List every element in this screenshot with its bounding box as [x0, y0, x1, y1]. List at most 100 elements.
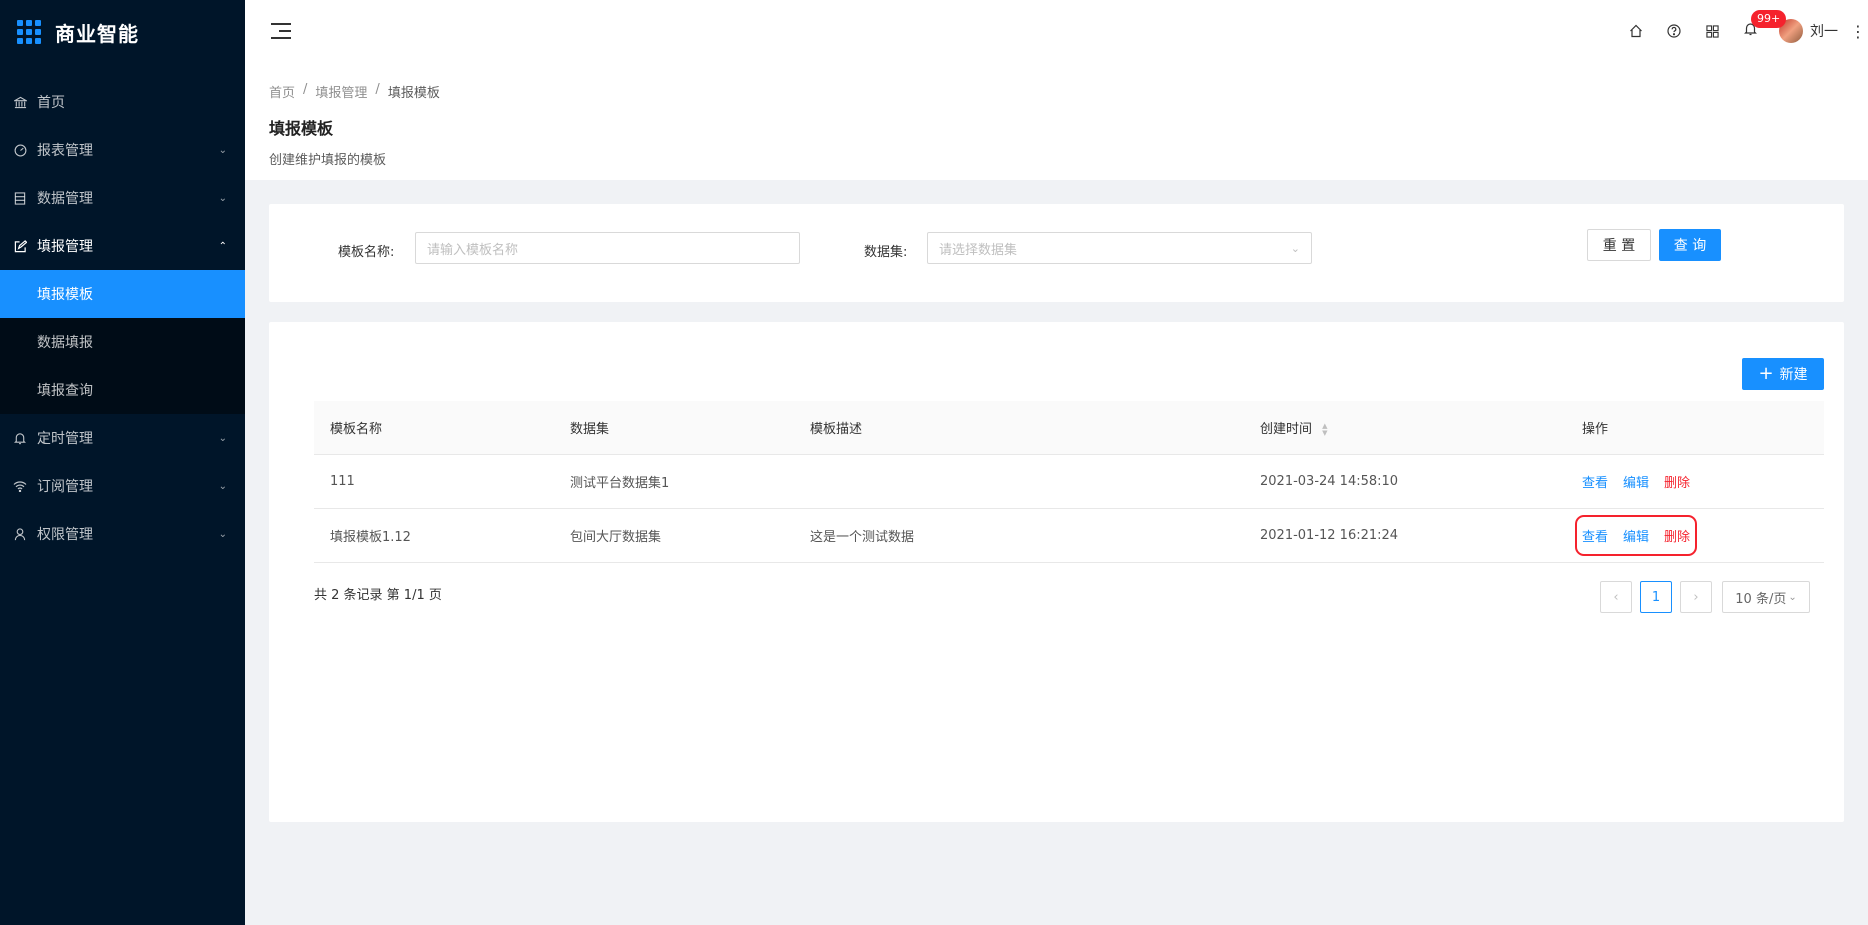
pagination-summary: 共 2 条记录 第 1/1 页: [314, 588, 442, 603]
page-button-current[interactable]: 1: [1640, 581, 1672, 613]
chevron-down-icon: ⌄: [218, 480, 227, 492]
reset-button[interactable]: 重 置: [1587, 229, 1651, 261]
chevron-down-icon: ⌄: [218, 144, 227, 156]
template-table: 模板名称 数据集 模板描述 创建时间 ▲ ▼ 操作 111 测试平台数据集1 20…: [314, 401, 1824, 563]
breadcrumb-home[interactable]: 首页: [269, 82, 295, 101]
column-header-dataset: 数据集: [570, 422, 610, 437]
sidebar-item-label: 报表管理: [37, 143, 93, 159]
header-actions: 99+ 刘一 ⋮: [1617, 0, 1868, 62]
sidebar-item-schedule[interactable]: 定时管理 ⌄: [0, 414, 245, 462]
sidebar-item-label: 权限管理: [37, 527, 93, 543]
app-title: 商业智能: [55, 21, 139, 46]
table-card: + 新建 模板名称 数据集 模板描述 创建时间 ▲ ▼ 操作 111 测试平台数据…: [269, 322, 1844, 822]
sidebar-item-label: 首页: [37, 95, 65, 111]
cell-name: 111: [330, 474, 355, 489]
sidebar: 商业智能 首页 报表管理 ⌄ 数据管理 ⌄ 填报管理 ⌃ 填报模板 数据填报 填…: [0, 0, 245, 925]
cell-desc: 这是一个测试数据: [810, 530, 915, 545]
chevron-down-icon: ⌄: [218, 432, 227, 444]
cell-dataset: 包间大厅数据集: [570, 530, 662, 545]
sidebar-item-subscribe[interactable]: 订阅管理 ⌄: [0, 462, 245, 510]
cell-actions: 查看 编辑 删除: [1566, 515, 1824, 556]
dataset-select[interactable]: 请选择数据集 ⌄: [927, 232, 1312, 264]
new-button-label: 新建: [1779, 367, 1808, 383]
template-name-placeholder: 请输入模板名称: [427, 242, 519, 258]
submenu-fill: 填报模板 数据填报 填报查询: [0, 270, 245, 414]
template-name-input[interactable]: 请输入模板名称: [415, 232, 800, 264]
home-icon[interactable]: [1617, 0, 1655, 62]
top-header: 99+ 刘一 ⋮: [245, 0, 1868, 62]
prev-page-button[interactable]: ‹: [1600, 581, 1632, 613]
chevron-down-icon: ⌄: [1788, 591, 1797, 603]
filter-card: 模板名称: 请输入模板名称 数据集: 请选择数据集 ⌄ 重 置 查 询: [269, 204, 1844, 302]
sidebar-item-data-fill[interactable]: 数据填报: [0, 318, 245, 366]
plus-icon: +: [1758, 363, 1774, 384]
column-header-created[interactable]: 创建时间 ▲ ▼: [1244, 418, 1566, 437]
dashboard-icon: [13, 143, 27, 157]
bank-icon: [13, 95, 27, 109]
database-icon: [13, 191, 27, 205]
sidebar-item-fill-template[interactable]: 填报模板: [0, 270, 245, 318]
chevron-down-icon: ⌄: [1290, 241, 1300, 255]
table-header-row: 模板名称 数据集 模板描述 创建时间 ▲ ▼ 操作: [314, 401, 1824, 455]
user-menu[interactable]: 刘一: [1779, 19, 1838, 43]
cell-name: 填报模板1.12: [330, 530, 411, 545]
appstore-icon[interactable]: [1693, 0, 1731, 62]
delete-link[interactable]: 删除: [1664, 472, 1690, 491]
column-header-created-label: 创建时间: [1260, 422, 1313, 437]
sidebar-item-label: 数据管理: [37, 191, 93, 207]
view-link[interactable]: 查看: [1582, 472, 1608, 491]
sidebar-item-fill-query[interactable]: 填报查询: [0, 366, 245, 414]
notification-button[interactable]: 99+: [1731, 0, 1787, 62]
sidebar-item-reports[interactable]: 报表管理 ⌄: [0, 126, 245, 174]
edit-icon: [13, 239, 27, 253]
next-page-button[interactable]: ›: [1680, 581, 1712, 613]
column-header-name: 模板名称: [330, 422, 383, 437]
table-row: 填报模板1.12 包间大厅数据集 这是一个测试数据 2021-01-12 16:…: [314, 509, 1824, 563]
page-title: 填报模板: [269, 119, 334, 138]
new-button[interactable]: + 新建: [1742, 358, 1824, 390]
menu-fold-icon[interactable]: [271, 23, 291, 39]
breadcrumb-separator: /: [375, 82, 380, 97]
notification-badge: 99+: [1751, 10, 1787, 28]
sort-icon[interactable]: ▲ ▼: [1322, 422, 1327, 437]
sidebar-item-fill[interactable]: 填报管理 ⌃: [0, 222, 245, 270]
edit-link[interactable]: 编辑: [1623, 526, 1649, 545]
breadcrumb-fill-manage[interactable]: 填报管理: [315, 82, 367, 101]
template-name-label: 模板名称:: [338, 245, 395, 260]
chevron-up-icon: ⌃: [218, 240, 227, 252]
page-description: 创建维护填报的模板: [269, 153, 387, 168]
cell-created: 2021-01-12 16:21:24: [1260, 528, 1399, 543]
page-size-value: 10 条/页: [1735, 591, 1787, 607]
column-header-actions: 操作: [1582, 422, 1609, 437]
sidebar-item-label: 填报管理: [37, 239, 93, 255]
sidebar-item-label: 定时管理: [37, 431, 93, 447]
breadcrumb-separator: /: [303, 82, 308, 97]
user-icon: [13, 527, 27, 541]
page-size-select[interactable]: 10 条/页 ⌄: [1722, 581, 1810, 613]
sidebar-item-home[interactable]: 首页: [0, 78, 245, 126]
help-icon[interactable]: [1655, 0, 1693, 62]
breadcrumb-current: 填报模板: [387, 86, 440, 101]
view-link[interactable]: 查看: [1582, 526, 1608, 545]
sidebar-item-data[interactable]: 数据管理 ⌄: [0, 174, 245, 222]
chevron-down-icon: ⌄: [218, 528, 227, 540]
cell-actions: 查看 编辑 删除: [1566, 468, 1824, 495]
apps-logo-icon: [17, 20, 41, 44]
wifi-icon: [13, 479, 27, 493]
sidebar-item-permission[interactable]: 权限管理 ⌄: [0, 510, 245, 558]
more-vertical-icon[interactable]: ⋮: [1848, 22, 1868, 41]
user-name: 刘一: [1810, 24, 1838, 40]
row-actions-highlighted: 查看 编辑 删除: [1574, 515, 1698, 556]
breadcrumb: 首页 / 填报管理 / 填报模板: [269, 82, 1844, 101]
logo[interactable]: 商业智能: [0, 0, 245, 64]
column-header-desc: 模板描述: [810, 422, 863, 437]
query-button[interactable]: 查 询: [1659, 229, 1721, 261]
table-row: 111 测试平台数据集1 2021-03-24 14:58:10 查看 编辑 删…: [314, 455, 1824, 509]
sidebar-menu: 首页 报表管理 ⌄ 数据管理 ⌄ 填报管理 ⌃ 填报模板 数据填报 填报查询 定…: [0, 78, 245, 558]
cell-created: 2021-03-24 14:58:10: [1260, 474, 1399, 489]
dataset-label: 数据集:: [864, 245, 908, 260]
edit-link[interactable]: 编辑: [1623, 472, 1649, 491]
delete-link[interactable]: 删除: [1664, 526, 1690, 545]
chevron-down-icon: ⌄: [218, 192, 227, 204]
bell-icon: [13, 431, 27, 445]
